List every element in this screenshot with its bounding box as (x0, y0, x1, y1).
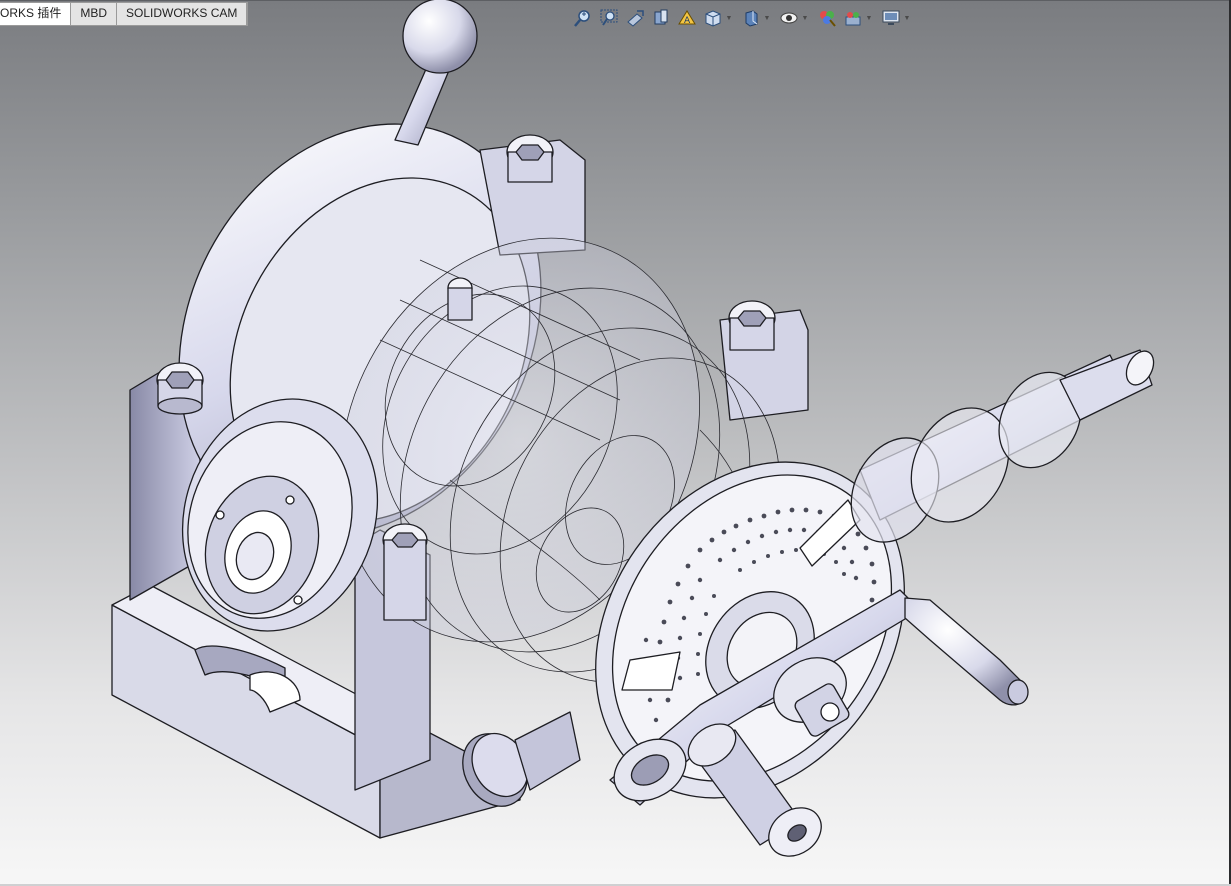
hide-show-dropdown-icon[interactable]: ▼ (800, 7, 810, 29)
display-style-icon[interactable] (740, 7, 762, 29)
tab-solidworks-cam[interactable]: SOLIDWORKS CAM (117, 3, 248, 25)
view-orientation-icon[interactable] (702, 7, 724, 29)
apply-scene-icon[interactable] (842, 7, 864, 29)
tab-mbd[interactable]: MBD (71, 3, 118, 25)
worm-shaft[interactable] (834, 346, 1159, 557)
edit-appearance-icon[interactable] (816, 7, 838, 29)
view-settings-icon[interactable] (880, 7, 902, 29)
svg-text:A: A (684, 16, 691, 26)
locking-lever[interactable] (394, 0, 478, 146)
view-orientation-dropdown-icon[interactable]: ▼ (724, 7, 734, 29)
graphics-viewport[interactable] (0, 0, 1231, 886)
zoom-to-fit-icon[interactable] (572, 7, 594, 29)
apply-scene-dropdown-icon[interactable]: ▼ (864, 7, 874, 29)
dividing-head-model[interactable] (109, 0, 1159, 866)
tab-solidworks-addins[interactable]: ORKS 插件 (0, 3, 72, 25)
display-style-dropdown-icon[interactable]: ▼ (762, 7, 772, 29)
section-view-icon[interactable] (650, 7, 672, 29)
command-manager-tabs: ORKS 插件 MBD SOLIDWORKS CAM (0, 2, 249, 26)
previous-view-icon[interactable] (624, 7, 646, 29)
hide-show-items-icon[interactable] (778, 7, 800, 29)
view-settings-dropdown-icon[interactable]: ▼ (902, 7, 912, 29)
heads-up-view-toolbar: A ▼ ▼ ▼ ▼ ▼ (572, 6, 918, 30)
dynamic-annotation-views-icon[interactable]: A (676, 7, 698, 29)
zoom-to-area-icon[interactable] (598, 7, 620, 29)
